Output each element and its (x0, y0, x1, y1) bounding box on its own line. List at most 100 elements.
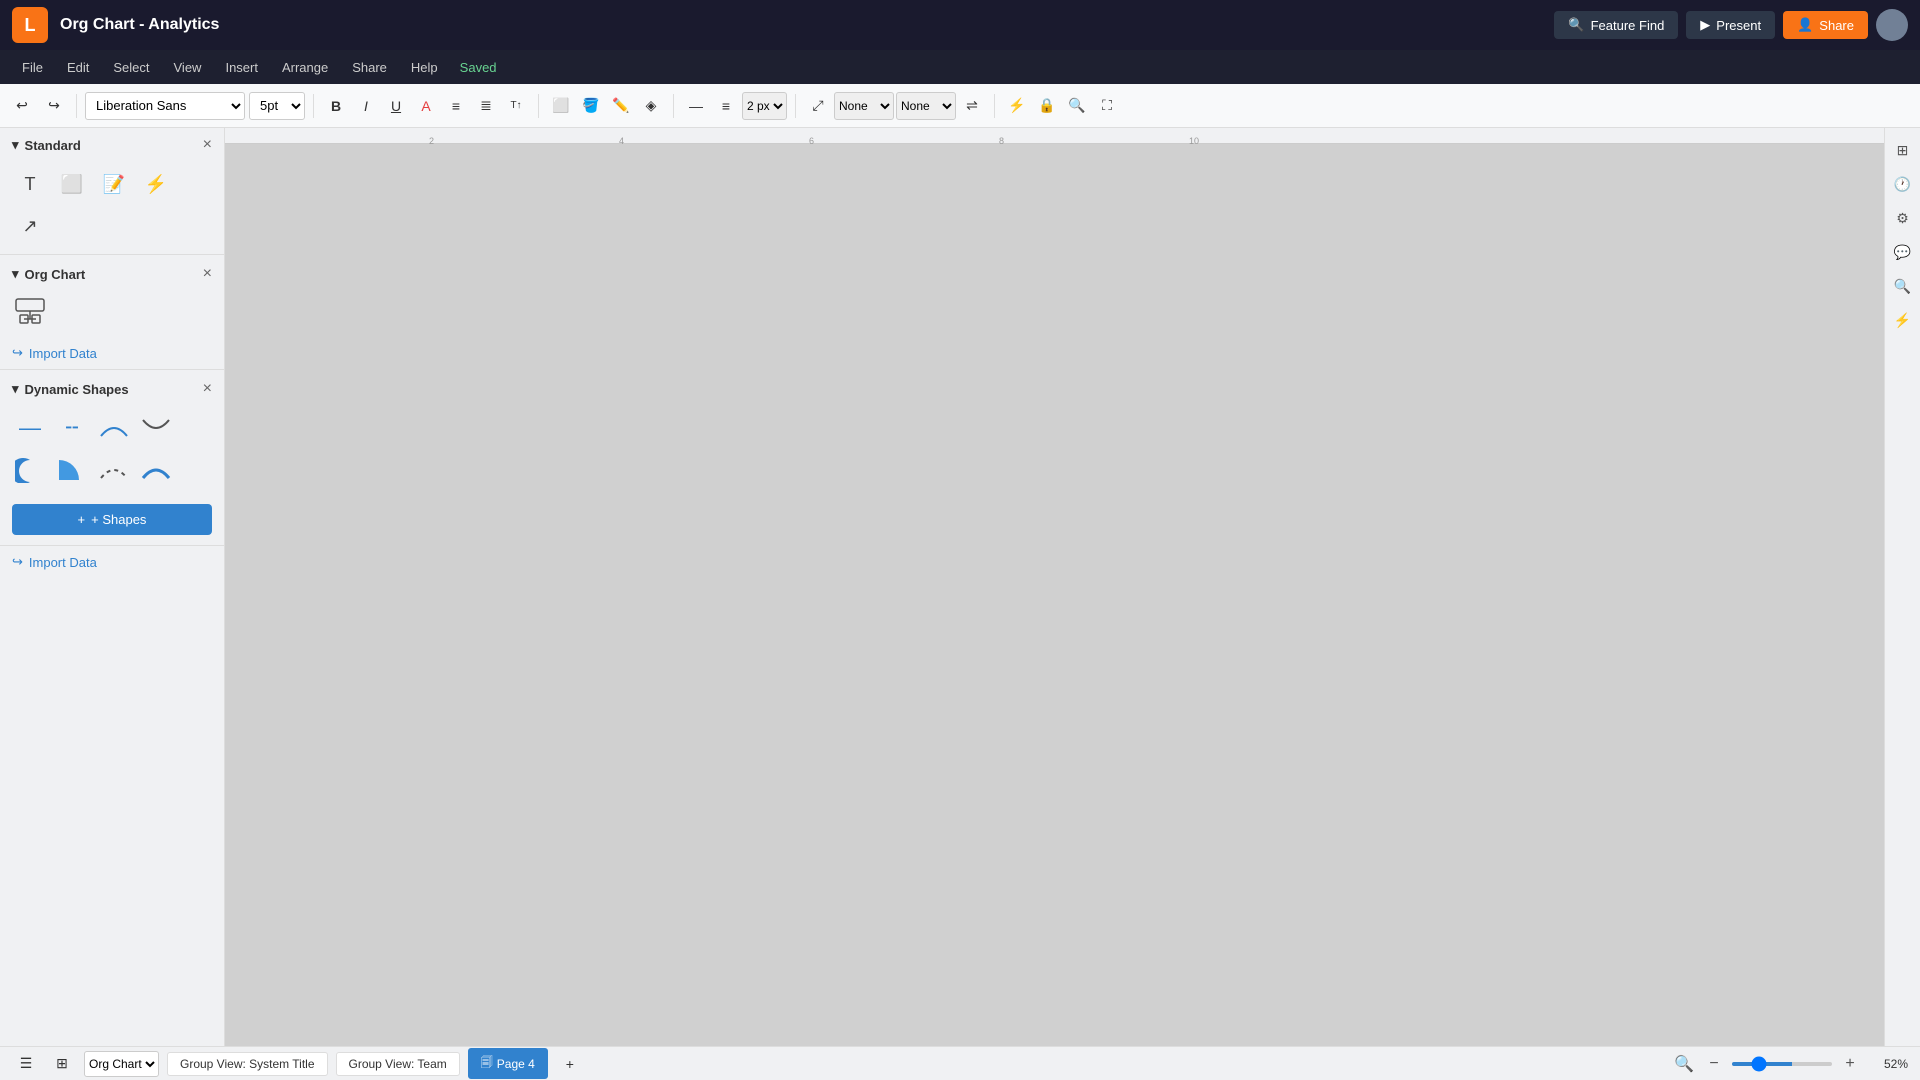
group-view-team-tab[interactable]: Group View: Team (336, 1052, 460, 1076)
line-shape-1[interactable]: — (12, 410, 48, 446)
sticky-shape[interactable]: 📝 (96, 166, 132, 202)
shape-button[interactable]: ⬜ (547, 92, 575, 120)
dynamic-shapes-grid: — ╌ (0, 406, 224, 496)
zoom-slider[interactable] (1732, 1062, 1832, 1066)
flip-button[interactable]: ⇌ (958, 92, 986, 120)
menu-help[interactable]: Help (401, 56, 448, 79)
font-selector[interactable]: Liberation Sans (85, 92, 245, 120)
quarter-circle-shape[interactable] (54, 452, 90, 488)
right-panel-btn-4[interactable]: 💬 (1889, 238, 1917, 266)
zoom-plus-button[interactable]: + (1838, 1052, 1862, 1076)
divider-3 (0, 545, 224, 546)
org-chart-close-icon[interactable]: × (203, 265, 212, 283)
connector-button[interactable]: ⤢ (804, 92, 832, 120)
org-chart-section-title: ▾ Org Chart (12, 266, 85, 282)
bold-button[interactable]: B (322, 92, 350, 120)
rect-shape[interactable]: ⬜ (54, 166, 90, 202)
zoom-level: 52% (1868, 1057, 1908, 1071)
dynamic-shapes-close-icon[interactable]: × (203, 380, 212, 398)
chevron-down-icon-2: ▾ (12, 266, 19, 282)
org-node-shape[interactable] (12, 295, 48, 331)
line-style-button[interactable]: — (682, 92, 710, 120)
arc-shape-3[interactable] (96, 452, 132, 488)
lightning-shape[interactable]: ⚡ (138, 166, 174, 202)
group-view-title-tab[interactable]: Group View: System Title (167, 1052, 328, 1076)
text-shape[interactable]: T (12, 166, 48, 202)
divider-2 (0, 369, 224, 370)
zoom-controls: 🔍 − + 52% (1672, 1052, 1908, 1076)
canvas-content[interactable]: around an ever-changing employee base. T… (225, 144, 1884, 1046)
line-width-button[interactable]: ≡ (712, 92, 740, 120)
right-panel-btn-3[interactable]: ⚙ (1889, 204, 1917, 232)
present-button[interactable]: ▶ Present (1686, 11, 1775, 39)
right-panel-btn-5[interactable]: 🔍 (1889, 272, 1917, 300)
grid-view-button[interactable]: ⊞ (48, 1050, 76, 1078)
align-left-button[interactable]: ≡ (442, 92, 470, 120)
chevron-down-icon-3: ▾ (12, 381, 19, 397)
page-dropdown[interactable]: Org Chart (84, 1051, 159, 1077)
right-panel-btn-1[interactable]: ⊞ (1889, 136, 1917, 164)
share-button[interactable]: 👤 Share (1783, 11, 1868, 39)
none-selector-2[interactable]: None (896, 92, 956, 120)
import-data-button-2[interactable]: ↪ Import Data (0, 548, 224, 576)
right-panel-btn-2[interactable]: 🕐 (1889, 170, 1917, 198)
menu-arrange[interactable]: Arrange (272, 56, 338, 79)
menu-file[interactable]: File (12, 56, 53, 79)
arc-shape-2[interactable] (138, 410, 174, 446)
menu-share[interactable]: Share (342, 56, 397, 79)
redo-button[interactable]: ↪ (40, 92, 68, 120)
search-tool-button[interactable]: 🔍 (1063, 92, 1091, 120)
menu-insert[interactable]: Insert (215, 56, 268, 79)
none-selector-1[interactable]: None (834, 92, 894, 120)
underline-button[interactable]: U (382, 92, 410, 120)
import-data-button-1[interactable]: ↪ Import Data (0, 339, 224, 367)
dynamic-shapes-section-header[interactable]: ▾ Dynamic Shapes × (0, 372, 224, 406)
standard-shapes-grid: T ⬜ 📝 ⚡ ↗ (0, 162, 224, 252)
standard-section-header[interactable]: ▾ Standard × (0, 128, 224, 162)
toolbar-divider-1 (76, 94, 77, 118)
fill-button[interactable]: 🪣 (577, 92, 605, 120)
effect-button[interactable]: ◈ (637, 92, 665, 120)
org-chart-section-header[interactable]: ▾ Org Chart × (0, 257, 224, 291)
crescent-shape[interactable] (12, 452, 48, 488)
page-icon: 🗐 (481, 1053, 493, 1074)
dynamic-shapes-section-title: ▾ Dynamic Shapes (12, 381, 129, 397)
menu-bar: File Edit Select View Insert Arrange Sha… (0, 50, 1920, 84)
feature-find-button[interactable]: 🔍 Feature Find (1554, 11, 1678, 39)
undo-button[interactable]: ↩ (8, 92, 36, 120)
add-shapes-button[interactable]: + + Shapes (12, 504, 212, 535)
line-color-button[interactable]: ✏️ (607, 92, 635, 120)
user-avatar[interactable] (1876, 9, 1908, 41)
menu-view[interactable]: View (164, 56, 212, 79)
add-page-button[interactable]: + (556, 1050, 584, 1078)
import-icon-2: ↪ (12, 554, 23, 570)
font-size-selector[interactable]: 5pt (249, 92, 305, 120)
standard-close-icon[interactable]: × (203, 136, 212, 154)
list-view-button[interactable]: ☰ (12, 1050, 40, 1078)
superscript-button[interactable]: T↑ (502, 92, 530, 120)
align-center-button[interactable]: ≣ (472, 92, 500, 120)
title-bar: L Org Chart - Analytics 🔍 Feature Find ▶… (0, 0, 1920, 50)
menu-select[interactable]: Select (103, 56, 159, 79)
title-bar-right: 🔍 Feature Find ▶ Present 👤 Share (1554, 9, 1908, 41)
lightning-button[interactable]: ⚡ (1003, 92, 1031, 120)
line-shape-2[interactable]: ╌ (54, 410, 90, 446)
zoom-out-button[interactable]: 🔍 (1672, 1052, 1696, 1076)
arrow-shape[interactable]: ↗ (12, 208, 48, 244)
line-style-group: — ≡ 2 px (682, 92, 787, 120)
toolbar-divider-3 (538, 94, 539, 118)
line-width-selector[interactable]: 2 px (742, 92, 787, 120)
page-tab[interactable]: 🗐 Page 4 (468, 1048, 548, 1079)
org-chart-shapes-grid (0, 291, 224, 339)
lock-button[interactable]: 🔒 (1033, 92, 1061, 120)
right-panel-btn-6[interactable]: ⚡ (1889, 306, 1917, 334)
menu-edit[interactable]: Edit (57, 56, 99, 79)
arc-shape-4[interactable] (138, 452, 174, 488)
canvas-area[interactable]: 2 4 6 8 10 around an ever-changing emplo… (225, 128, 1884, 1046)
arc-shape-1[interactable] (96, 410, 132, 446)
chevron-down-icon: ▾ (12, 137, 19, 153)
fullscreen-button[interactable]: ⛶ (1093, 92, 1121, 120)
zoom-minus-button[interactable]: − (1702, 1052, 1726, 1076)
italic-button[interactable]: I (352, 92, 380, 120)
font-color-button[interactable]: A (412, 92, 440, 120)
